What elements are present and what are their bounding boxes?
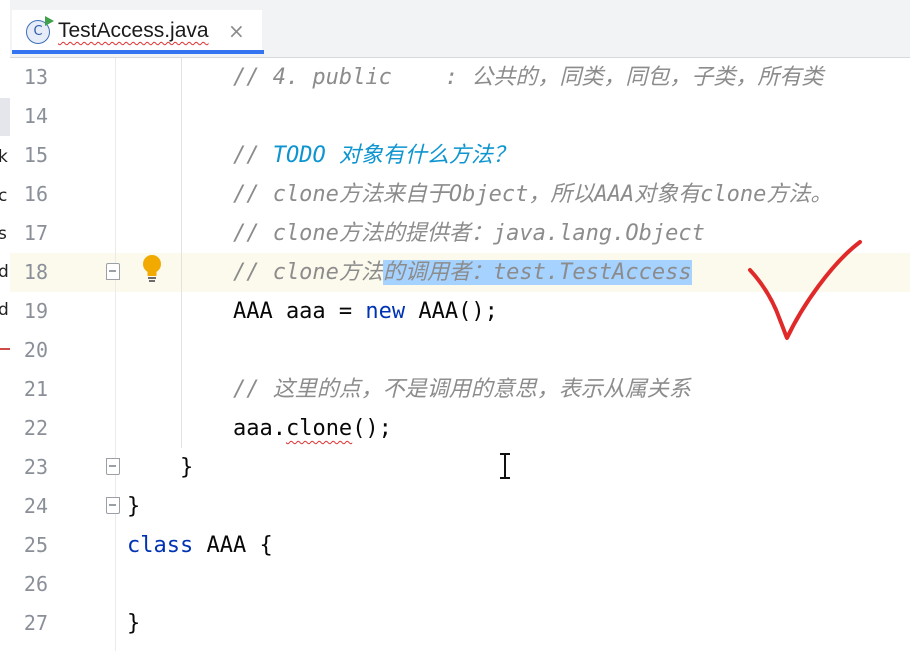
code-text[interactable]: // TODO 对象有什么方法？ <box>127 136 515 175</box>
line-number: 15 <box>23 143 48 167</box>
tab-title[interactable]: TestAccess.java <box>58 19 209 43</box>
line-number: 17 <box>23 221 48 245</box>
ibeam-cursor-icon <box>500 453 510 479</box>
lightbulb-icon[interactable] <box>140 254 164 282</box>
line-number: 19 <box>23 299 48 323</box>
code-line[interactable]: 16 // clone方法来自于Object，所以AAA对象有clone方法。 <box>10 175 910 214</box>
code-token: // 这里的点，不是调用的意思，表示从属关系 <box>127 377 691 402</box>
code-line[interactable]: 13 // 4. public : 公共的，同类，同包，子类，所有类 <box>10 58 910 97</box>
line-number: 14 <box>23 104 48 128</box>
line-number: 22 <box>23 416 48 440</box>
code-line[interactable]: 25 class AAA { <box>10 526 910 565</box>
code-text[interactable]: AAA aaa = new AAA(); <box>127 292 498 331</box>
code-token: AAA aaa = <box>127 299 366 324</box>
code-token: aaa. <box>127 416 286 441</box>
java-class-icon: C <box>26 16 54 44</box>
red-checkmark <box>748 240 862 340</box>
fold-marker-icon[interactable] <box>106 263 120 280</box>
gutter-divider <box>115 58 116 651</box>
line-number: 20 <box>23 338 48 362</box>
project-tree-text[interactable]: d <box>0 300 9 320</box>
code-text[interactable]: } <box>127 604 140 643</box>
indent-guide <box>181 58 182 448</box>
code-token: // clone方法的提供者：java.lang.Object <box>127 221 705 246</box>
code-text[interactable]: class AAA { <box>127 526 273 565</box>
close-icon[interactable]: × <box>228 19 245 43</box>
project-tree-text[interactable]: d <box>0 262 9 282</box>
project-tree-text[interactable]: s <box>0 224 7 244</box>
line-number: 13 <box>23 65 48 89</box>
code-text[interactable]: } <box>127 487 140 526</box>
code-text[interactable]: // clone方法的提供者：java.lang.Object <box>127 214 705 253</box>
code-line[interactable]: 14 <box>10 97 910 136</box>
fold-marker-icon[interactable] <box>106 497 120 514</box>
editor-tab-bar: C TestAccess.java × <box>10 0 910 58</box>
code-token: } <box>127 455 194 480</box>
code-line[interactable]: 27} <box>10 604 910 643</box>
code-token: // <box>127 143 273 168</box>
code-token: (); <box>352 416 392 441</box>
code-line[interactable]: 23 } <box>10 448 910 487</box>
code-line[interactable]: 24} <box>10 487 910 526</box>
line-number: 23 <box>23 455 48 479</box>
code-token: new <box>365 299 406 324</box>
code-token: } <box>127 611 141 636</box>
code-token: clone <box>285 416 353 441</box>
code-token: // clone方法来自于Object，所以AAA对象有clone方法。 <box>127 182 833 207</box>
code-text[interactable]: } <box>127 448 193 487</box>
code-token: TODO 对象有什么方法？ <box>272 143 515 168</box>
project-tree-text[interactable]: c <box>0 186 7 206</box>
code-editor[interactable]: 13 // 4. public : 公共的，同类，同包，子类，所有类 14 15 /… <box>10 58 910 651</box>
line-number: 24 <box>23 494 48 518</box>
line-number: 26 <box>23 572 48 596</box>
code-token: // 4. public : 公共的，同类，同包，子类，所有类 <box>127 65 824 90</box>
code-token: 的调用者：test.TestAccess <box>382 260 692 285</box>
fold-marker-icon[interactable] <box>106 458 120 475</box>
code-token: class <box>127 533 194 558</box>
code-token: AAA { <box>193 533 273 558</box>
line-number: 18 <box>23 260 48 284</box>
active-tab-indicator <box>12 50 264 54</box>
line-number: 25 <box>23 533 48 557</box>
project-tree-selected-row[interactable] <box>0 98 10 136</box>
project-tree-text[interactable]: k <box>0 147 8 167</box>
line-number: 27 <box>23 611 48 635</box>
code-token: } <box>127 494 141 519</box>
code-line[interactable]: 22 aaa.clone(); <box>10 409 910 448</box>
code-text[interactable]: aaa.clone(); <box>127 409 392 448</box>
code-text[interactable]: // clone方法的调用者：test.TestAccess <box>127 253 692 292</box>
line-number: 16 <box>23 182 48 206</box>
code-text[interactable]: // 这里的点，不是调用的意思，表示从属关系 <box>127 370 691 409</box>
code-token: // clone方法 <box>127 260 383 285</box>
tab-testaccess-java[interactable]: C TestAccess.java × <box>12 10 264 54</box>
class-icon-letter: C <box>33 24 43 39</box>
run-arrow-icon <box>45 16 54 26</box>
code-token: AAA(); <box>405 299 498 324</box>
code-text[interactable]: // clone方法来自于Object，所以AAA对象有clone方法。 <box>127 175 832 214</box>
code-line[interactable]: 15 // TODO 对象有什么方法？ <box>10 136 910 175</box>
line-number: 21 <box>23 377 48 401</box>
code-line[interactable]: 26 <box>10 565 910 604</box>
code-text[interactable]: // 4. public : 公共的，同类，同包，子类，所有类 <box>127 58 823 97</box>
error-marker <box>0 348 10 350</box>
